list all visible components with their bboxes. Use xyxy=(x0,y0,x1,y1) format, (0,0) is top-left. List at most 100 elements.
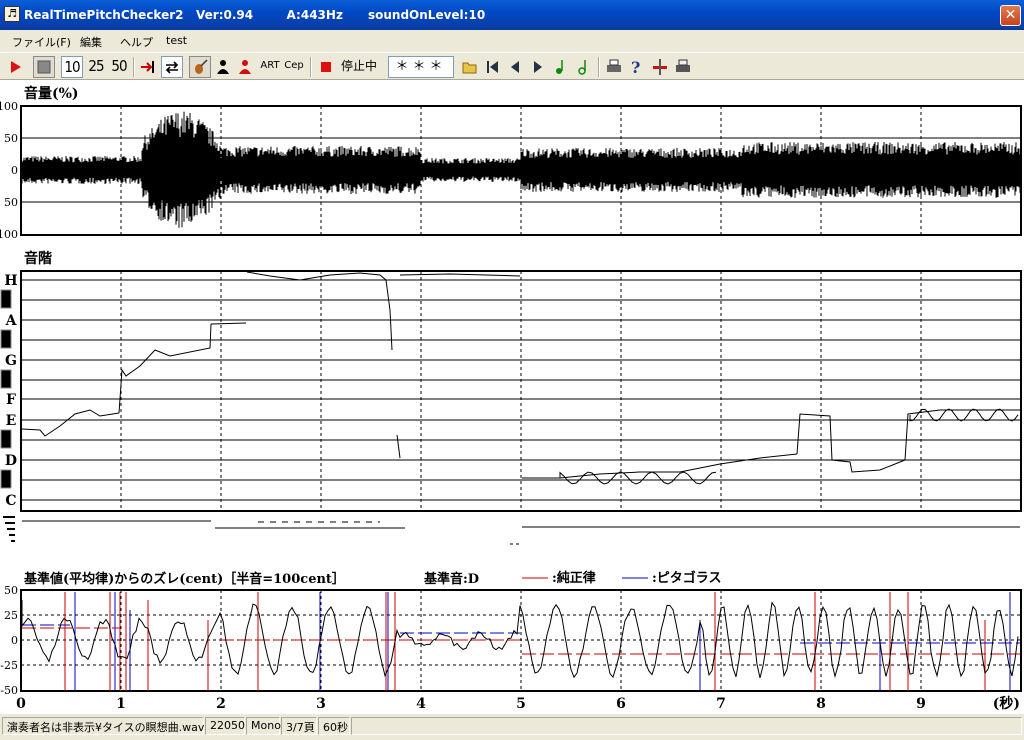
note-label: H xyxy=(4,273,17,289)
help-button[interactable]: ? xyxy=(627,56,645,78)
status-rate: 22050 xyxy=(205,717,245,735)
toolbar: 10 25 50 ART Cep 停止中 ＊＊＊ ? xyxy=(0,52,1024,80)
menu-file[interactable]: ファイル(F) xyxy=(12,34,71,50)
note-label: E xyxy=(6,413,17,429)
time-tick: 5 xyxy=(516,696,526,712)
toolbar-separator xyxy=(598,57,600,77)
loop-button[interactable] xyxy=(161,56,183,78)
play-icon xyxy=(11,61,21,73)
status-page: 3/7頁 xyxy=(281,717,317,735)
volume-y-tick: 50 xyxy=(4,196,18,209)
time-tick: 3 xyxy=(316,696,326,712)
stop-button[interactable] xyxy=(33,56,55,78)
legend-pyth-text: :ピタゴラス xyxy=(652,570,722,586)
note-outline-button[interactable] xyxy=(575,56,593,78)
onset-marker xyxy=(5,522,15,524)
crosshair-icon xyxy=(653,59,667,75)
black-key-marker xyxy=(0,469,12,489)
note-green-button[interactable] xyxy=(552,56,570,78)
note-label: D xyxy=(5,453,17,469)
player-icon-button[interactable] xyxy=(213,56,233,78)
black-key-marker xyxy=(0,369,12,389)
volume-y-tick: 50 xyxy=(4,132,18,145)
time-tick: 9 xyxy=(916,696,926,712)
status-file: 演奏者名は非表示¥タイスの瞑想曲.wav xyxy=(2,717,204,735)
status-bar: 演奏者名は非表示¥タイスの瞑想曲.wav 22050 Mono 3/7頁 60秒 xyxy=(0,714,1024,740)
onset-marker xyxy=(7,528,15,530)
deviation-y-tick: 0 xyxy=(11,634,18,647)
help-question-icon: ? xyxy=(631,58,640,77)
note-label: A xyxy=(5,313,18,329)
singer-icon-button[interactable] xyxy=(235,56,255,78)
onset-marker xyxy=(3,516,15,518)
print-preview-button[interactable] xyxy=(673,56,693,78)
status-label: 停止中 xyxy=(340,59,377,73)
close-button[interactable]: ✕ xyxy=(1000,5,1021,26)
plots-svg[interactable]: :純正律 :ピタゴラス 10050050100HAGFEDC50250-25-5… xyxy=(0,80,1024,714)
red-square-icon xyxy=(321,62,331,72)
violin-icon xyxy=(195,59,208,74)
onset-marker xyxy=(11,540,15,542)
window-title: RealTimePitchChecker2 Ver:0.94 A:443Hz s… xyxy=(24,8,486,22)
music-note-icon xyxy=(556,60,563,74)
volume-y-tick: 0 xyxy=(11,164,18,177)
status-duration: 60秒 xyxy=(318,717,350,735)
note-display: ＊＊＊ xyxy=(388,56,454,78)
svg-text:?: ? xyxy=(631,58,640,77)
time-tick: 0 xyxy=(16,696,26,712)
printer-alt-icon xyxy=(676,59,690,72)
printer-icon xyxy=(607,59,621,72)
time-tick: 4 xyxy=(416,696,426,712)
play-button[interactable] xyxy=(5,56,25,78)
time-tick: 2 xyxy=(216,696,226,712)
art-button[interactable]: ART xyxy=(259,56,281,78)
note-label: G xyxy=(5,353,17,369)
legend-just-text: :純正律 xyxy=(552,570,596,586)
deviation-y-tick: 50 xyxy=(4,584,18,597)
app-icon[interactable]: ♬ xyxy=(4,6,20,22)
time-tick: 1 xyxy=(116,696,126,712)
menu-edit[interactable]: 編集 xyxy=(80,34,102,50)
violin-button[interactable] xyxy=(189,56,211,78)
toolbar-separator xyxy=(133,57,135,77)
print-button[interactable] xyxy=(604,56,624,78)
time-unit: (秒) xyxy=(993,695,1020,712)
onset-marker xyxy=(9,534,15,536)
goto-end-icon xyxy=(141,61,154,73)
stop-icon xyxy=(37,60,51,74)
zoom-50-button[interactable]: 50 xyxy=(108,56,130,78)
time-tick: 6 xyxy=(616,696,626,712)
first-page-button[interactable] xyxy=(483,56,501,78)
zoom-25-button[interactable]: 25 xyxy=(85,56,107,78)
zoom-10-button[interactable]: 10 xyxy=(61,56,83,78)
volume-y-tick: 100 xyxy=(0,100,18,113)
toolbar-separator xyxy=(310,57,312,77)
black-key-marker xyxy=(0,429,12,449)
black-key-marker xyxy=(0,289,12,309)
deviation-y-tick: 25 xyxy=(4,609,18,622)
open-folder-icon xyxy=(462,62,477,74)
next-page-button[interactable] xyxy=(529,56,547,78)
prev-icon xyxy=(511,61,519,73)
open-folder-button[interactable] xyxy=(460,56,480,78)
cep-button[interactable]: Cep xyxy=(283,56,305,78)
menu-test[interactable]: test xyxy=(166,34,187,47)
record-stop-button[interactable] xyxy=(317,56,335,78)
loop-icon xyxy=(165,61,179,74)
deviation-y-tick: -25 xyxy=(0,659,18,672)
prev-page-button[interactable] xyxy=(506,56,524,78)
time-tick: 7 xyxy=(716,696,726,712)
status-empty xyxy=(351,717,1022,735)
menu-help[interactable]: ヘルプ xyxy=(120,34,153,50)
note-label: C xyxy=(5,493,16,509)
person-red-icon xyxy=(239,60,251,74)
music-note-outline-icon xyxy=(578,60,586,75)
marker-button[interactable] xyxy=(650,56,670,78)
skip-first-icon xyxy=(487,61,498,73)
black-key-marker xyxy=(0,329,12,349)
person-black-icon xyxy=(217,60,229,74)
time-tick: 8 xyxy=(816,696,826,712)
status-channel: Mono xyxy=(246,717,281,735)
onset-line xyxy=(22,520,1020,529)
goto-end-button[interactable] xyxy=(138,56,158,78)
